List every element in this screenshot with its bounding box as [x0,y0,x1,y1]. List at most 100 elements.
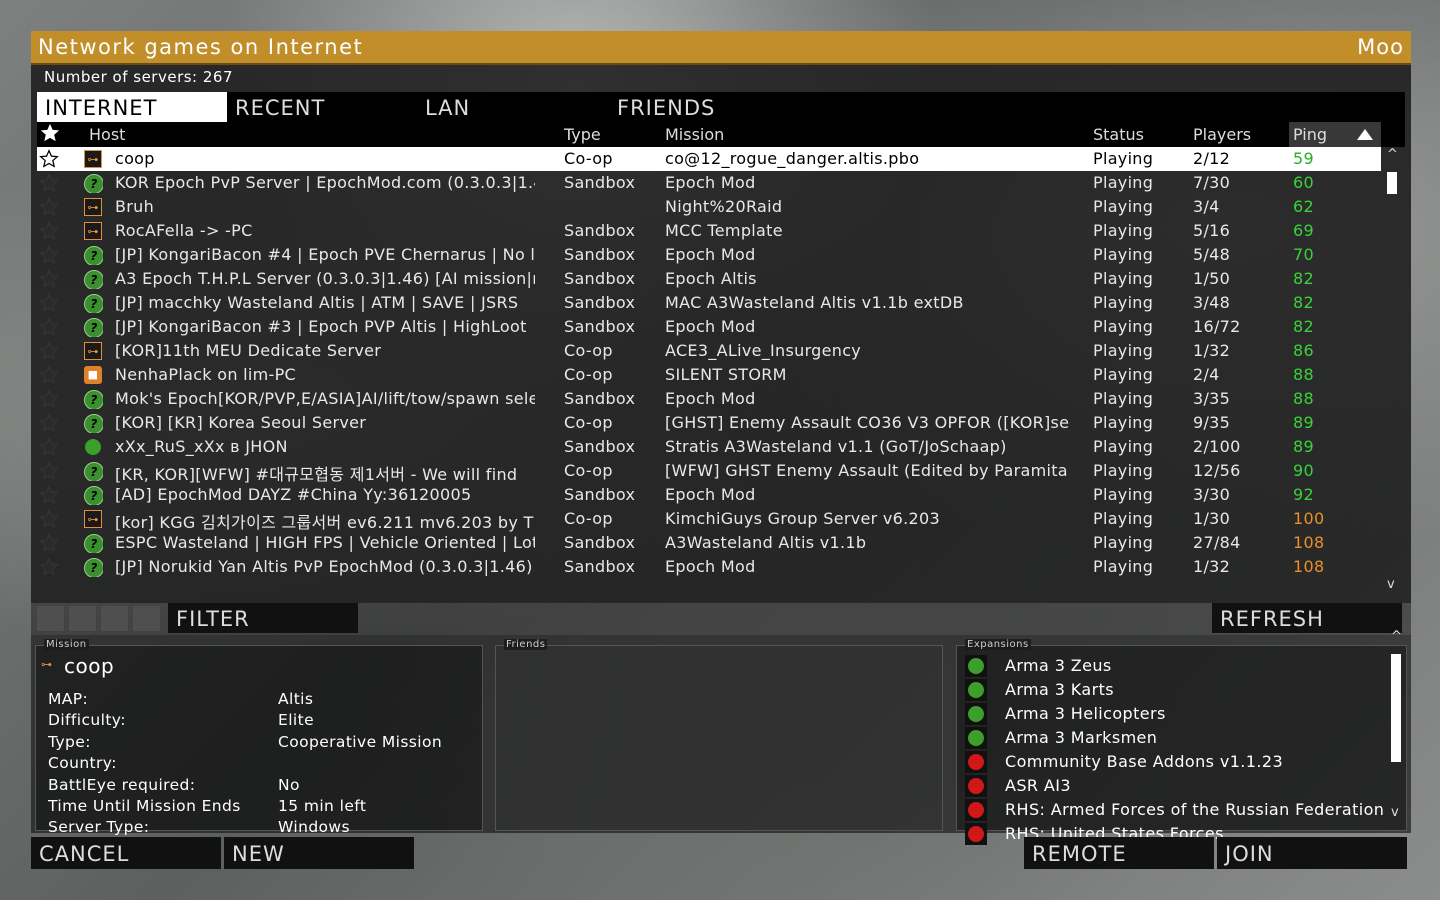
col-status[interactable]: Status [1093,125,1144,144]
favorite-star-icon[interactable] [39,173,61,197]
favorite-star-icon[interactable] [39,269,61,293]
server-row[interactable]: ? [JP] KongariBacon #3 | Epoch PVP Altis … [37,315,1381,339]
remote-button[interactable]: REMOTE [1024,837,1214,869]
server-ping: 69 [1293,221,1314,240]
server-host: [KR, KOR][WFW] #대규모협동 제1서버 - We will fin… [115,465,518,484]
server-type: Sandbox [564,245,636,264]
server-row[interactable]: ? A3 Epoch T.H.P.L Server (0.3.0.3|1.46) … [37,267,1381,291]
server-state-icon: ? [83,317,103,337]
server-host: NenhaPlack on lim-PC [115,365,297,384]
friends-panel-label: Friends [504,639,548,650]
server-type: Sandbox [564,317,636,336]
scroll-down-icon[interactable]: v [1387,577,1395,592]
server-type: Co-op [564,509,613,528]
favorite-star-icon[interactable] [39,533,61,557]
server-state-icon: ■ [83,365,103,385]
exp-scroll-down-icon[interactable]: v [1391,805,1399,820]
favorite-star-icon[interactable] [39,413,61,437]
unknown-version-icon: ? [84,294,103,313]
favorite-star-icon[interactable] [39,245,61,269]
server-row[interactable]: ⊶ [kor] KGG 김치가이즈 그룹서버 ev6.211 mv6.203 by… [37,507,1381,533]
server-state-icon: ? [83,389,103,409]
expansions-scrollbar[interactable]: ^ v [1387,629,1402,820]
server-status: Playing [1093,485,1154,504]
server-row[interactable]: ? [JP] KongariBacon #4 | Epoch PVE Cherna… [37,243,1381,267]
favorite-star-icon[interactable] [39,485,61,509]
server-state-icon: ? [83,293,103,313]
server-row[interactable]: ⊶ coop Co-op co@12_rogue_danger.altis.pbo Pl… [37,147,1381,171]
col-ping[interactable]: Ping [1289,122,1381,147]
col-mission[interactable]: Mission [665,125,724,144]
server-ping: 82 [1293,293,1314,312]
friends-panel: Friends [495,639,943,831]
cancel-button[interactable]: CANCEL [31,837,221,869]
tab-internet[interactable]: INTERNET [37,92,227,122]
new-button[interactable]: NEW [224,837,414,869]
host-filter-icon[interactable] [37,606,64,631]
server-row[interactable]: ? [KR, KOR][WFW] #대규모협동 제1서버 - We will fi… [37,459,1381,485]
list-scrollbar[interactable]: ^ v [1383,147,1403,603]
favorite-star-icon[interactable] [39,437,61,461]
tab-friends[interactable]: FRIENDS [609,92,799,122]
server-players: 1/32 [1193,557,1231,576]
server-state-icon: ⊶ [83,341,103,361]
favorite-star-icon[interactable] [39,389,61,413]
exp-scroll-up-icon[interactable]: ^ [1391,629,1402,644]
favorite-star-icon[interactable] [39,221,61,245]
server-row[interactable]: ? [JP] macchky Wasteland Altis | ATM | SA… [37,291,1381,315]
server-row[interactable]: ⊶ Bruh Night%20Raid Playing 3/4 62 [37,195,1381,219]
refresh-button[interactable]: REFRESH [1212,603,1402,633]
favorite-star-icon[interactable] [39,122,61,147]
favorite-star-icon[interactable] [39,557,61,581]
server-host: Bruh [115,197,155,216]
join-button[interactable]: JOIN [1217,837,1407,869]
server-status: Playing [1093,461,1154,480]
server-row[interactable]: ? [KOR] [KR] Korea Seoul Server Co-op [GHST… [37,411,1381,435]
server-row[interactable]: ? KOR Epoch PvP Server | EpochMod.com (0.… [37,171,1381,195]
grid-filter-icon[interactable] [101,606,128,631]
mission-title: coop [64,654,115,678]
col-host[interactable]: Host [89,125,125,144]
col-players[interactable]: Players [1193,125,1251,144]
server-row[interactable]: ⊶ [KOR]11th MEU Dedicate Server Co-op ACE3_… [37,339,1381,363]
server-host: ESPC Wasteland | HIGH FPS | Vehicle Orie… [115,533,535,552]
server-row[interactable]: ⊶ RocAFella -> -PC Sandbox MCC Template Play… [37,219,1381,243]
server-row[interactable]: ? Mok's Epoch[KOR/PVP,E/ASIA]AI/lift/tow/… [37,387,1381,411]
server-players: 27/84 [1193,533,1241,552]
key-icon: ⊶ [84,150,102,168]
tab-lan[interactable]: LAN [417,92,607,122]
favorite-star-icon[interactable] [39,341,61,365]
server-row[interactable]: ? [AD] EpochMod DAYZ #China Yy:36120005 Sa… [37,483,1381,507]
server-ping: 92 [1293,485,1314,504]
scroll-up-icon[interactable]: ^ [1387,147,1398,162]
col-type[interactable]: Type [564,125,601,144]
server-row[interactable]: ? ESPC Wasteland | HIGH FPS | Vehicle Ori… [37,531,1381,555]
favorite-star-icon[interactable] [39,461,61,485]
server-mission: Epoch Mod [665,317,756,336]
favorite-star-icon[interactable] [39,365,61,389]
server-row[interactable]: xXx_RuS_xXx в JHON Sandbox Stratis A3Waste… [37,435,1381,459]
server-row[interactable]: ? [JP] Norukid Yan Altis PvP EpochMod (0.… [37,555,1381,579]
expansion-name: Arma 3 Marksmen [1005,728,1158,747]
expansion-item: Community Base Addons v1.1.23 [965,750,1385,774]
server-status: Playing [1093,293,1154,312]
expansion-name: RHS: Armed Forces of the Russian Federat… [1005,800,1385,819]
server-row[interactable]: ■ NenhaPlack on lim-PC Co-op SILENT STORM Pl… [37,363,1381,387]
server-players: 3/48 [1193,293,1231,312]
tab-recent[interactable]: RECENT [227,92,417,122]
favorite-star-icon[interactable] [39,509,61,533]
server-players: 5/48 [1193,245,1231,264]
key-icon: ⊶ [84,198,102,216]
filter-button[interactable]: FILTER [168,603,358,633]
favorite-star-icon[interactable] [39,293,61,317]
favorite-star-icon[interactable] [39,149,61,173]
favorite-star-icon[interactable] [39,197,61,221]
add-filter-icon[interactable] [133,606,160,631]
scroll-thumb[interactable] [1387,172,1397,194]
list-filter-icon[interactable] [69,606,96,631]
server-state-icon: ? [83,485,103,505]
expansion-status-icon [965,655,987,677]
exp-scroll-thumb[interactable] [1391,654,1401,762]
expansion-name: Arma 3 Helicopters [1005,704,1166,723]
favorite-star-icon[interactable] [39,317,61,341]
